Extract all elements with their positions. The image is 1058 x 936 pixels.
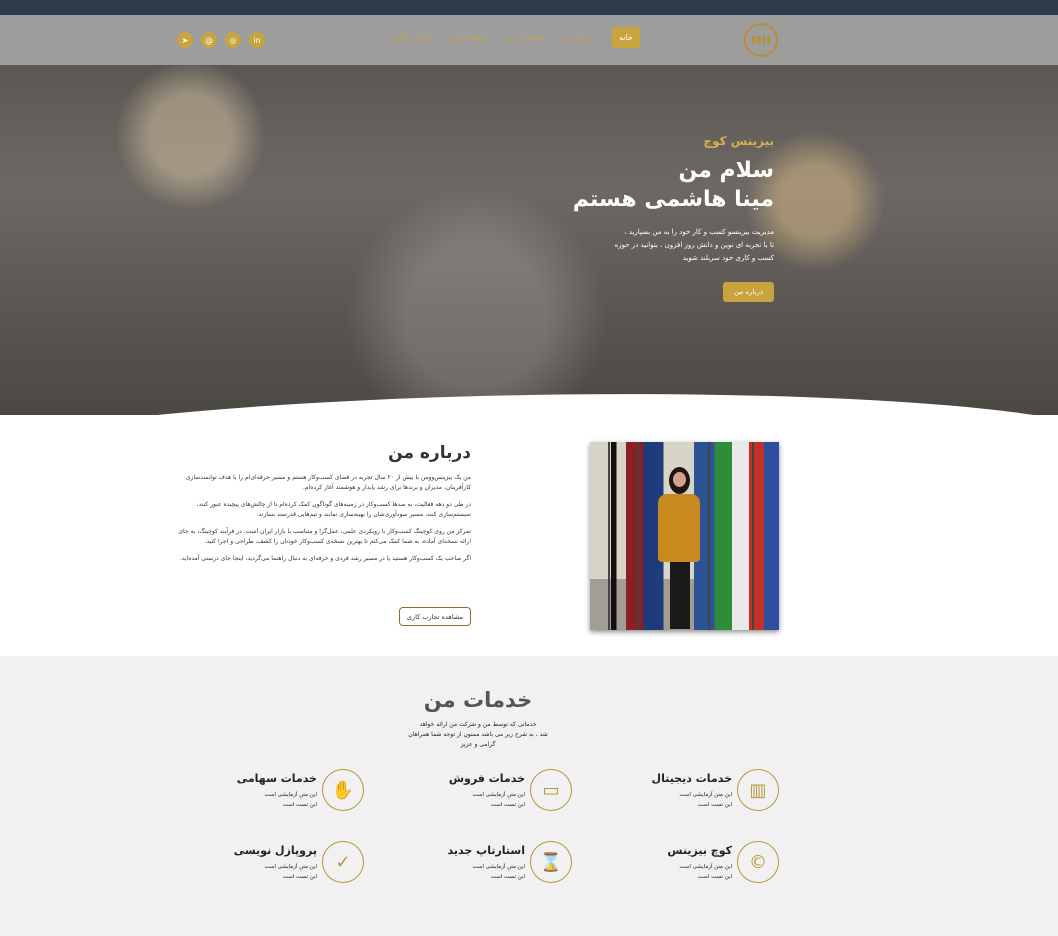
flag-pole [637, 442, 639, 630]
main-navigation: خانه درباره من خدمات من ارتباط با من تجا… [390, 27, 640, 48]
linkedin-icon[interactable]: in [249, 32, 265, 48]
about-paragraph: من یک بیزینس‌وومن با بیش از ۲۰ سال تجربه… [185, 474, 471, 491]
hero-desc-line2: تا با تجربه ای نوین و دانش روز افزون ، ب… [614, 241, 774, 249]
services-section: خدمات من خدماتی که توسط من و شرکت من ارا… [0, 656, 1058, 936]
services-intro-line2: شد ، به شرح زیر می باشد ممنون از توجه شم… [408, 731, 548, 738]
copyright-icon: © [737, 841, 779, 883]
about-content: درباره من من یک بیزینس‌وومن با بیش از ۲۰… [176, 443, 471, 626]
service-business-coach[interactable]: © کوچ بیزینس این متن آزمایشی است این تست … [599, 841, 779, 883]
about-title: درباره من [388, 443, 471, 463]
hero-content: بیزینس کوچ سلام من مینا هاشمی هستم مدیری… [524, 134, 774, 302]
person-figure [658, 467, 700, 630]
service-proposal[interactable]: ✓ پروپازل نویسی این متن آزمایشی است این ت… [184, 841, 364, 883]
nav-home[interactable]: خانه [612, 27, 640, 48]
service-title: پروپازل نویسی [233, 844, 317, 857]
person-face [673, 472, 686, 487]
clipboard-check-icon: ✓ [322, 841, 364, 883]
chart-icon: ▥ [737, 769, 779, 811]
profile-photo [590, 442, 779, 630]
site-logo[interactable]: MH [744, 23, 778, 57]
nav-about[interactable]: درباره من [561, 33, 594, 42]
social-links: ➤ @ ◎ in [177, 32, 265, 48]
hero-title: سلام من مینا هاشمی هستم [524, 156, 774, 214]
flag-pole [752, 442, 754, 630]
about-paragraph: در طی دو دهه فعالیت، به صدها کسب‌وکار در… [196, 501, 471, 518]
service-description: این متن آزمایشی است این تست است [679, 792, 732, 808]
about-me-button[interactable]: درباره من [723, 282, 774, 302]
services-title: خدمات من [423, 688, 533, 712]
hero-desc-line1: مدیریت بیزینسو کسب و کار خود را به من بس… [624, 228, 774, 236]
top-bar [0, 0, 1058, 15]
hourglass-icon: ⌛ [530, 841, 572, 883]
services-intro-line3: گرامی و عزیز [460, 741, 496, 748]
flag-pole [608, 442, 610, 630]
about-paragraph: اگر صاحب یک کسب‌وکار هستید یا در مسیر رش… [179, 555, 471, 562]
person-legs [670, 562, 690, 629]
service-title: کوچ بیزینس [667, 844, 732, 857]
hero-description: مدیریت بیزینسو کسب و کار خود را به من بس… [524, 226, 774, 265]
service-sales[interactable]: ▭ خدمات فروش این متن آزمایشی است این تست … [392, 769, 572, 811]
nav-experience[interactable]: تجارب کاری [390, 33, 430, 42]
flag-pole [708, 442, 710, 630]
hero-title-line1: سلام من [678, 158, 774, 183]
service-digital[interactable]: ▥ خدمات دیجیتال این متن آزمایشی است این ت… [599, 769, 779, 811]
hero-subtitle: بیزینس کوچ [703, 134, 774, 148]
person-coat [658, 494, 700, 562]
telegram-icon[interactable]: ➤ [177, 32, 193, 48]
service-description: این متن آزمایشی است این تست است [472, 792, 525, 808]
hero-desc-line3: کسب و کاری خود سربلند شوید [682, 254, 774, 262]
hero-title-line2: مینا هاشمی هستم [572, 187, 774, 212]
nav-services[interactable]: خدمات من [507, 33, 543, 42]
service-startup[interactable]: ⌛ استارتاپ جدید این متن آزمایشی است این ت… [392, 841, 572, 883]
service-title: خدمات سهامی [236, 772, 317, 785]
money-icon: ▭ [530, 769, 572, 811]
services-intro-line1: خدماتی که توسط من و شرکت من ارائه خواهد [419, 721, 537, 728]
service-title: خدمات فروش [448, 772, 525, 785]
service-shares[interactable]: ✋ خدمات سهامی این متن آزمایشی است این تست… [184, 769, 364, 811]
hero-section: بیزینس کوچ سلام من مینا هاشمی هستم مدیری… [0, 65, 1058, 415]
email-icon[interactable]: @ [201, 32, 217, 48]
service-title: استارتاپ جدید [447, 844, 525, 857]
site-header: ➤ @ ◎ in خانه درباره من خدمات من ارتباط … [0, 15, 1058, 65]
view-experience-button[interactable]: مشاهده تجارب کاری [399, 607, 471, 626]
about-paragraph: تمرکز من روی کوچینگ کسب‌وکار با رویکردی … [178, 528, 471, 545]
service-description: این متن آزمایشی است این تست است [679, 864, 732, 880]
service-title: خدمات دیجیتال [651, 772, 732, 785]
service-description: این متن آزمایشی است این تست است [264, 864, 317, 880]
about-section: درباره من من یک بیزینس‌وومن با بیش از ۲۰… [0, 415, 1058, 656]
nav-contact[interactable]: ارتباط با من [448, 33, 489, 42]
instagram-icon[interactable]: ◎ [225, 32, 241, 48]
service-description: این متن آزمایشی است این تست است [472, 864, 525, 880]
services-intro: خدماتی که توسط من و شرکت من ارائه خواهد … [396, 720, 560, 750]
service-description: این متن آزمایشی است این تست است [264, 792, 317, 808]
handshake-icon: ✋ [322, 769, 364, 811]
